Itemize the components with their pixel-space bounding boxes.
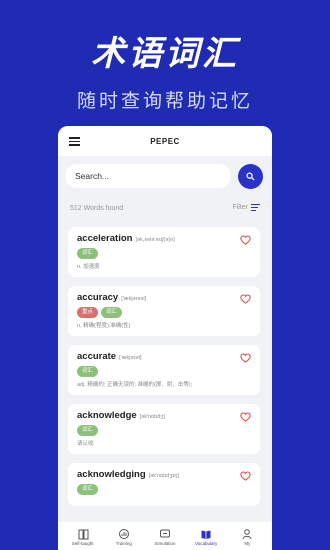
tab-training[interactable]: Training (105, 528, 143, 546)
tab-vocabulary[interactable]: Vocabulary (187, 528, 225, 546)
tag-list: 重点 词汇 (77, 307, 252, 318)
search-button[interactable] (238, 164, 263, 189)
tag-key: 重点 (77, 307, 99, 318)
tab-label: Self-taught (71, 541, 94, 546)
phonetic-text: ['ækjərət] (119, 355, 142, 361)
word-card[interactable]: acceleration [ək,selə'reɪʃ(ə)n] 词汇 n. 加速… (68, 227, 260, 277)
heart-icon[interactable] (240, 471, 251, 481)
word-text: accurate (77, 351, 117, 362)
tag-vocab: 词汇 (77, 248, 99, 259)
tab-label: My (244, 541, 251, 546)
tab-label: Vocabulary (195, 541, 218, 546)
tab-bar: Self-taught Training Simulation Vocabula… (58, 522, 272, 550)
word-count: 512 Words found (70, 205, 124, 212)
filter-button[interactable]: Filter (232, 204, 260, 211)
tag-vocab: 词汇 (77, 366, 99, 377)
book-icon (78, 529, 89, 540)
menu-icon[interactable] (69, 137, 80, 146)
tag-list: 词汇 (77, 425, 252, 436)
word-text: acknowledge (77, 410, 137, 421)
tag-vocab: 词汇 (101, 307, 123, 318)
tab-self-taught[interactable]: Self-taught (64, 528, 102, 546)
heart-icon[interactable] (240, 353, 251, 363)
tag-list: 词汇 (77, 484, 252, 495)
vocabulary-icon (201, 530, 211, 539)
definition-text: adj. 精确的; 正确无误的; 准确的(掷、射、击等); (77, 382, 193, 388)
user-icon (242, 529, 252, 540)
word-list: acceleration [ək,selə'reɪʃ(ə)n] 词汇 n. 加速… (68, 227, 260, 515)
filter-label: Filter (232, 204, 248, 211)
search-bar (58, 156, 272, 200)
tag-list: 词汇 (77, 366, 252, 377)
word-text: accuracy (77, 292, 119, 303)
tab-label: Simulation (154, 541, 176, 546)
phonetic-text: [ək'nɒlɪdʒɪŋ] (148, 473, 179, 479)
word-text: acknowledging (77, 469, 146, 480)
phonetic-text: ['ækjərəsi] (121, 296, 147, 302)
search-input[interactable] (65, 164, 231, 188)
app-title: PEPEC (150, 136, 180, 146)
search-icon (246, 172, 255, 181)
word-card[interactable]: accuracy ['ækjərəsi] 重点 词汇 n. 精确(程度);准确(性… (68, 286, 260, 336)
heart-icon[interactable] (240, 294, 251, 304)
filter-icon (251, 204, 260, 211)
tag-vocab: 词汇 (77, 425, 99, 436)
tab-my[interactable]: My (228, 528, 266, 546)
tag-list: 词汇 (77, 248, 252, 259)
chat-icon (159, 529, 170, 538)
word-card[interactable]: acknowledging [ək'nɒlɪdʒɪŋ] 词汇 (68, 463, 260, 506)
hero-subtitle: 随时查询帮助记忆 (76, 90, 253, 112)
word-card[interactable]: acknowledge [ək'nɒlɪdʒ] 词汇 请认收 (68, 404, 260, 454)
heart-icon[interactable] (240, 412, 251, 422)
tag-vocab: 词汇 (77, 484, 99, 495)
word-text: acceleration (77, 233, 133, 244)
tab-simulation[interactable]: Simulation (146, 528, 184, 546)
heart-icon[interactable] (240, 235, 251, 245)
definition-text: n. 精确(程度);准确(性) (77, 323, 131, 329)
definition-text: 请认收 (77, 441, 94, 447)
chart-icon (118, 529, 129, 539)
app-screen: PEPEC 512 Words found Filter acceleratio… (58, 126, 272, 550)
word-card[interactable]: accurate ['ækjərət] 词汇 adj. 精确的; 正确无误的; … (68, 345, 260, 395)
phonetic-text: [ək'nɒlɪdʒ] (139, 414, 165, 420)
phonetic-text: [ək,selə'reɪʃ(ə)n] (135, 237, 175, 243)
app-header: PEPEC (58, 126, 272, 156)
hero-title: 术语词汇 (91, 34, 239, 74)
tab-label: Training (115, 541, 132, 546)
results-bar: 512 Words found Filter (58, 200, 272, 222)
definition-text: n. 加速度 (77, 264, 100, 270)
